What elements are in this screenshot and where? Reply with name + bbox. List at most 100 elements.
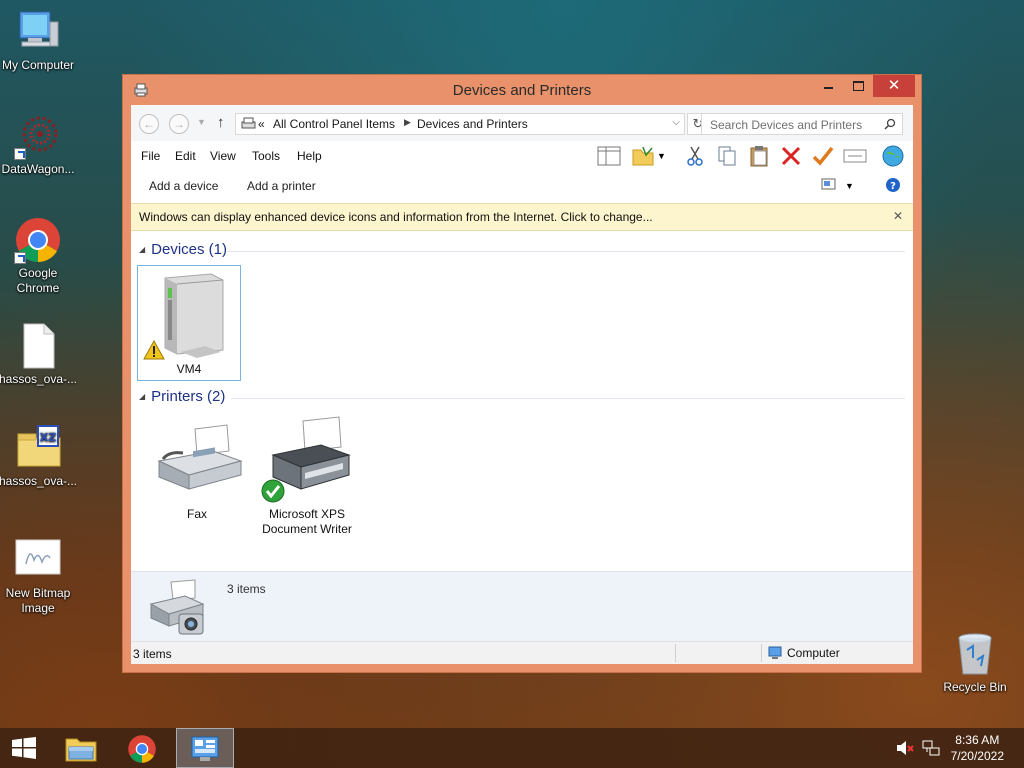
breadcrumb-all-control-panel-items[interactable]: All Control Panel Items — [273, 117, 395, 131]
desktop-icon-new-bitmap[interactable]: New Bitmap Image — [0, 536, 80, 616]
printer-label: Fax — [186, 507, 207, 521]
title-bar[interactable]: Devices and Printers ✕ — [123, 75, 921, 105]
menu-file[interactable]: File — [141, 149, 160, 163]
printers-group-label: Printers (2) — [151, 388, 226, 405]
datawagon-icon — [14, 112, 62, 160]
desktop-icon-label: DataWagon... — [1, 162, 75, 176]
shortcut-arrow-icon — [14, 148, 26, 160]
device-item-vm4[interactable]: VM4 — [137, 265, 241, 381]
control-panel-location-icon — [241, 117, 257, 131]
start-button[interactable] — [0, 728, 58, 768]
shortcut-arrow-icon — [14, 252, 26, 264]
rename-icon[interactable] — [843, 145, 867, 167]
clock-date: 7/20/2022 — [950, 749, 1004, 763]
network-icon[interactable] — [922, 740, 940, 756]
desktop-icon-my-computer[interactable]: My Computer — [0, 8, 80, 73]
windows-logo-icon — [12, 737, 36, 759]
computer-zone-icon — [767, 646, 783, 660]
desktop-icon-label: My Computer — [1, 58, 75, 72]
devices-and-printers-window: Devices and Printers ✕ ← → ▼ ↑ « All Con… — [122, 74, 922, 673]
paste-icon[interactable] — [747, 145, 771, 167]
info-bar-text: Windows can display enhanced device icon… — [139, 210, 653, 224]
copy-icon[interactable] — [715, 145, 739, 167]
status-divider — [675, 644, 676, 662]
maximize-button[interactable] — [843, 75, 873, 97]
devices-printers-large-icon — [145, 578, 211, 638]
svg-text:?: ? — [890, 181, 896, 192]
chrome-icon — [128, 735, 156, 763]
collapse-triangle-icon: ◢ — [139, 392, 146, 401]
change-view-icon[interactable] — [821, 177, 837, 191]
volume-muted-icon[interactable] — [896, 740, 914, 756]
devices-group-header[interactable]: ◢ Devices (1) — [139, 241, 227, 258]
fax-machine-icon — [149, 411, 245, 507]
close-button[interactable]: ✕ — [873, 75, 915, 97]
layout-pane-icon[interactable] — [597, 145, 621, 167]
desktop-icon-label: Recycle Bin — [943, 680, 1007, 694]
default-printer-check-icon — [261, 479, 285, 503]
help-icon[interactable]: ? — [885, 177, 901, 193]
taskbar-devices-and-printers[interactable] — [176, 728, 234, 768]
breadcrumb-overflow[interactable]: « — [258, 117, 265, 131]
view-dropdown-chevron-icon[interactable]: ▼ — [845, 181, 855, 203]
computer-tower-icon — [141, 266, 237, 362]
up-arrow-icon: ↑ — [217, 114, 225, 131]
command-bar: Add a device Add a printer ▼ ? — [131, 169, 913, 201]
address-bar[interactable]: « All Control Panel Items ▶ Devices and … — [235, 113, 685, 135]
properties-check-icon[interactable] — [811, 145, 835, 167]
info-bar-close-icon[interactable]: ✕ — [893, 209, 903, 223]
search-placeholder: Search Devices and Printers — [710, 118, 863, 132]
search-input[interactable]: Search Devices and Printers — [701, 113, 903, 135]
printer-item-fax[interactable]: Fax — [145, 411, 249, 522]
add-printer-button[interactable]: Add a printer — [247, 179, 316, 193]
add-device-button[interactable]: Add a device — [149, 179, 218, 193]
clock-time: 8:36 AM — [955, 733, 1000, 747]
desktop-icon-recycle-bin[interactable]: Recycle Bin — [933, 630, 1017, 695]
printers-group-header[interactable]: ◢ Printers (2) — [139, 388, 225, 405]
group-divider — [227, 251, 905, 252]
system-clock[interactable]: 8:36 AM 7/20/2022 — [951, 732, 1004, 764]
desktop-icon-hassos-xz[interactable]: XZ hassos_ova-... — [0, 424, 80, 489]
chevron-down-icon: ▼ — [197, 117, 206, 127]
menu-tools[interactable]: Tools — [252, 149, 280, 163]
chrome-icon — [14, 216, 62, 264]
address-dropdown-chevron-icon[interactable]: ⌵ — [672, 117, 680, 128]
status-zone-label: Computer — [787, 646, 840, 660]
group-divider — [231, 398, 905, 399]
navigation-bar: ← → ▼ ↑ « All Control Panel Items ▶ Devi… — [131, 105, 913, 141]
internet-globe-icon[interactable] — [881, 145, 905, 167]
computer-icon — [14, 8, 62, 56]
desktop-icon-google-chrome[interactable]: Google Chrome — [0, 216, 80, 296]
printer-item-microsoft-xps[interactable]: Microsoft XPS Document Writer — [255, 411, 359, 537]
device-label: VM4 — [176, 362, 202, 376]
details-item-count: 3 items — [227, 582, 266, 596]
breadcrumb-devices-and-printers[interactable]: Devices and Printers — [417, 117, 528, 131]
file-icon — [14, 322, 62, 370]
window-title: Devices and Printers — [452, 82, 592, 99]
breadcrumb-separator-icon[interactable]: ▶ — [404, 117, 411, 128]
recent-locations-dropdown[interactable]: ▼ — [197, 117, 206, 127]
close-icon: ✕ — [887, 77, 901, 94]
menu-bar: File Edit View Tools Help ▼ — [131, 141, 913, 169]
delete-icon[interactable] — [779, 145, 803, 167]
desktop-icon-datawagon[interactable]: DataWagon... — [0, 112, 80, 177]
desktop-icon-hassos-file[interactable]: hassos_ova-... — [0, 322, 80, 387]
search-icon — [884, 118, 896, 130]
cut-icon[interactable] — [683, 145, 707, 167]
back-button[interactable]: ← — [139, 114, 159, 134]
minimize-button[interactable] — [813, 75, 843, 97]
info-bar[interactable]: Windows can display enhanced device icon… — [131, 203, 913, 231]
taskbar-chrome[interactable] — [114, 728, 172, 768]
items-view: ◢ Devices (1) VM4 ◢ Printers (2) Fax Mic… — [131, 231, 913, 571]
back-arrow-icon: ← — [143, 117, 155, 131]
status-bar: 3 items Computer — [131, 641, 913, 664]
folder-options-icon[interactable] — [631, 145, 655, 167]
taskbar-file-explorer[interactable] — [52, 728, 110, 768]
menu-view[interactable]: View — [210, 149, 236, 163]
menu-edit[interactable]: Edit — [175, 149, 196, 163]
desktop-icon-label: hassos_ova-... — [0, 474, 78, 488]
menu-help[interactable]: Help — [297, 149, 322, 163]
forward-button[interactable]: → — [169, 114, 189, 134]
up-button[interactable]: ↑ — [217, 114, 225, 131]
recycle-bin-icon — [951, 630, 999, 678]
